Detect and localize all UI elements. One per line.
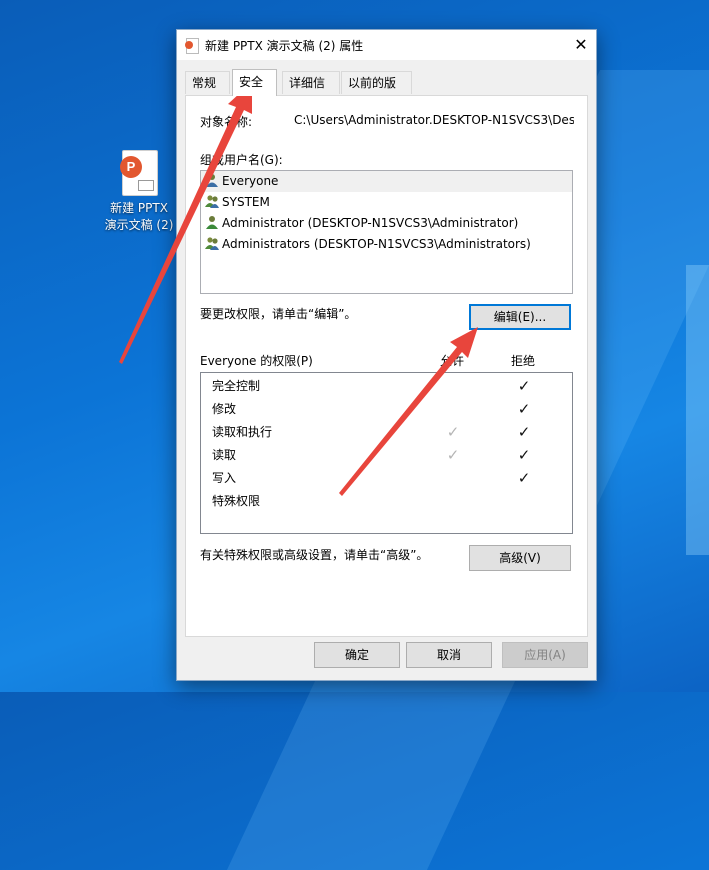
tab-security[interactable]: 安全	[232, 69, 277, 96]
arrow-to-security-tab	[119, 82, 252, 364]
arrow-to-edit-button	[339, 327, 478, 496]
annotation-arrows	[119, 82, 478, 496]
